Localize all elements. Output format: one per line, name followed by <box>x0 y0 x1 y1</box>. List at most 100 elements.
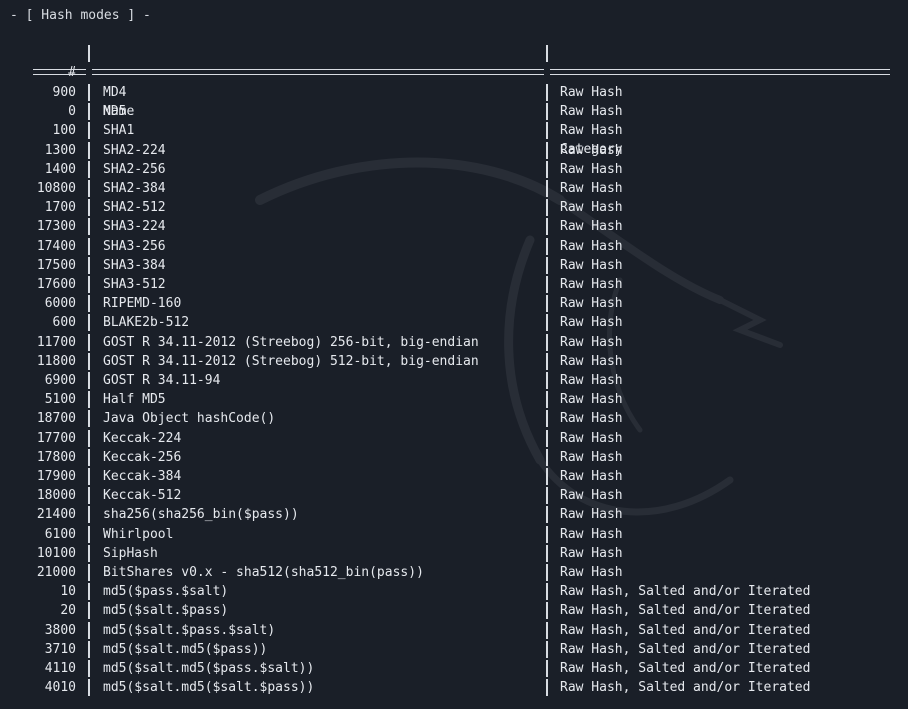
hash-mode-number: 11700 <box>36 334 76 350</box>
hash-mode-category: Raw Hash <box>560 85 623 100</box>
hash-mode-name: Whirlpool <box>103 526 174 542</box>
column-separator <box>88 122 90 140</box>
hash-mode-category: Raw Hash, Salted and/or Iterated <box>560 641 811 657</box>
hash-mode-number: 20 <box>60 603 76 619</box>
table-row: 1400 SHA2-256 Raw Hash <box>0 160 908 179</box>
column-separator <box>546 199 548 217</box>
table-row: 3710 md5($salt.md5($pass)) Raw Hash, Salte… <box>0 640 908 659</box>
hash-mode-category: Raw Hash <box>560 411 623 427</box>
hash-mode-name: SHA3-224 <box>103 219 166 235</box>
column-separator <box>88 525 90 543</box>
table-row: 17600 SHA3-512 Raw Hash <box>0 275 908 294</box>
hash-mode-name: SHA2-224 <box>103 142 166 158</box>
hash-mode-number: 17500 <box>36 257 76 273</box>
column-separator <box>546 583 548 601</box>
column-separator <box>546 276 548 293</box>
hash-mode-name: SHA3-512 <box>103 277 166 292</box>
hash-mode-number: 6000 <box>44 296 76 312</box>
hash-mode-number: 6100 <box>44 526 76 542</box>
hash-mode-number: 1300 <box>44 142 76 158</box>
column-separator <box>546 660 548 677</box>
hash-mode-name: sha256(sha256_bin($pass)) <box>103 507 299 523</box>
hash-mode-category: Raw Hash <box>560 104 623 120</box>
column-separator <box>546 256 548 274</box>
hash-mode-number: 21400 <box>36 507 76 523</box>
column-separator <box>88 429 90 447</box>
hash-mode-name: Keccak-512 <box>103 488 182 504</box>
table-row: 11700 GOST R 34.11-2012 (Streebog) 256-bi… <box>0 333 908 352</box>
column-separator <box>88 141 90 159</box>
hash-mode-category: Raw Hash <box>560 373 623 388</box>
column-separator <box>88 45 90 62</box>
hash-mode-name: md5($salt.md5($pass.$salt)) <box>103 661 315 676</box>
table-row: 6900 GOST R 34.11-94 Raw Hash <box>0 371 908 390</box>
hash-mode-name: BitShares v0.x - sha512(sha512_bin(pass)… <box>103 565 424 580</box>
hash-mode-number: 10 <box>60 584 76 600</box>
hash-mode-category: Raw Hash <box>560 161 623 177</box>
column-separator <box>546 602 548 620</box>
table-row: 17700 Keccak-224 Raw Hash <box>0 429 908 448</box>
column-separator <box>88 660 90 677</box>
table-row: 17500 SHA3-384 Raw Hash <box>0 256 908 275</box>
hash-mode-category: Raw Hash <box>560 238 623 254</box>
hash-mode-category: Raw Hash <box>560 142 623 158</box>
column-separator <box>88 583 90 601</box>
hash-mode-category: Raw Hash <box>560 257 623 273</box>
column-separator <box>88 199 90 217</box>
column-separator <box>88 180 90 197</box>
column-separator <box>546 333 548 351</box>
hash-mode-category: Raw Hash, Salted and/or Iterated <box>560 622 811 638</box>
hash-mode-number: 11800 <box>36 353 76 369</box>
hash-mode-category: Raw Hash <box>560 449 623 465</box>
hash-mode-name: MD5 <box>103 104 127 120</box>
hash-mode-category: Raw Hash <box>560 526 623 542</box>
hash-mode-name: SHA1 <box>103 123 135 139</box>
hash-mode-category: Raw Hash <box>560 200 623 216</box>
table-row: 17400 SHA3-256 Raw Hash <box>0 237 908 256</box>
hash-mode-name: BLAKE2b-512 <box>103 315 190 331</box>
table-row: 20 md5($salt.$pass) Raw Hash, Salted and/o… <box>0 601 908 620</box>
hash-mode-name: md5($salt.md5($pass)) <box>103 641 268 657</box>
hash-mode-number: 100 <box>52 123 76 139</box>
column-separator <box>546 237 548 255</box>
table-row: 10 md5($pass.$salt) Raw Hash, Salted and/o… <box>0 582 908 601</box>
column-separator <box>546 679 548 697</box>
hash-mode-number: 600 <box>52 315 76 331</box>
hash-mode-name: SHA3-384 <box>103 257 166 273</box>
hash-mode-number: 3710 <box>44 641 76 657</box>
column-separator <box>546 103 548 121</box>
hash-mode-category: Raw Hash, Salted and/or Iterated <box>560 584 811 600</box>
table-row: 18000 Keccak-512 Raw Hash <box>0 486 908 505</box>
hash-mode-name: GOST R 34.11-2012 (Streebog) 512-bit, bi… <box>103 353 479 369</box>
column-separator <box>88 256 90 274</box>
column-separator <box>88 640 90 658</box>
table-row: 0 MD5 Raw Hash <box>0 102 908 121</box>
hash-mode-number: 17700 <box>36 430 76 446</box>
hash-mode-name: SipHash <box>103 545 158 561</box>
hash-mode-number: 5100 <box>44 392 76 408</box>
column-separator <box>88 544 90 562</box>
column-separator <box>88 410 90 428</box>
column-separator <box>546 544 548 562</box>
terminal-window[interactable]: - [ Hash modes ] - # Name Category 900 MD… <box>0 0 908 709</box>
table-row: 21000 BitShares v0.x - sha512(sha512_bin(… <box>0 563 908 582</box>
hash-mode-number: 18700 <box>36 411 76 427</box>
header-divider <box>92 69 544 75</box>
hash-mode-number: 10800 <box>36 181 76 196</box>
table-row: 17900 Keccak-384 Raw Hash <box>0 467 908 486</box>
hash-mode-name: RIPEMD-160 <box>103 296 182 312</box>
hash-mode-category: Raw Hash <box>560 430 623 446</box>
hash-mode-name: md5($pass.$salt) <box>103 584 229 600</box>
column-separator <box>88 276 90 293</box>
table-row: 3800 md5($salt.$pass.$salt) Raw Hash, Salt… <box>0 621 908 640</box>
column-separator <box>546 45 548 62</box>
hash-mode-name: md5($salt.$pass.$salt) <box>103 622 276 638</box>
column-separator <box>546 122 548 140</box>
hash-mode-category: Raw Hash <box>560 296 623 312</box>
hash-mode-number: 0 <box>68 104 76 120</box>
hash-mode-name: md5($salt.md5($salt.$pass)) <box>103 680 315 696</box>
table-row: 17800 Keccak-256 Raw Hash <box>0 448 908 467</box>
hash-mode-name: SHA3-256 <box>103 238 166 254</box>
hash-mode-number: 900 <box>52 85 76 100</box>
column-separator <box>88 487 90 505</box>
